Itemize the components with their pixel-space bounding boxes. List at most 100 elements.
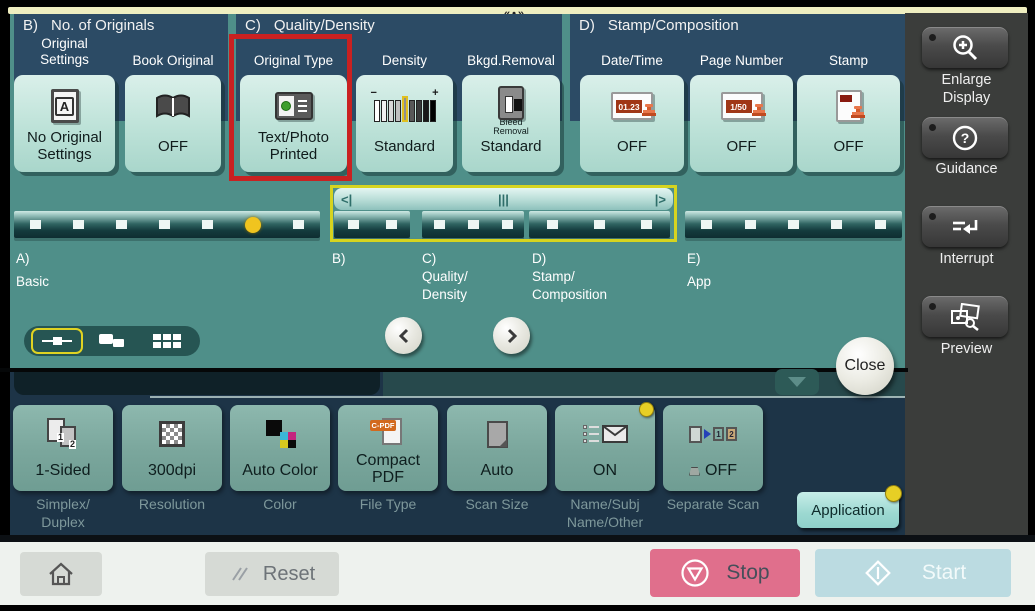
next-arrow-button[interactable] [493, 317, 530, 354]
page-number-icon: 1/50 [720, 92, 766, 120]
platen-icon [689, 466, 700, 476]
feature-marker [202, 220, 213, 229]
page-icon [486, 420, 508, 448]
led-dot [929, 34, 936, 41]
filmstrip-label-e: E) [687, 251, 701, 266]
filmstrip-name-stamp: Stamp/ Composition [532, 269, 608, 302]
bleed-removal-sub-label: Bleed Removal [493, 117, 529, 137]
name-subject-button[interactable]: ON [555, 405, 655, 491]
panel-divider [0, 368, 908, 372]
grid-view-icon [152, 334, 181, 348]
close-button[interactable]: Close [836, 337, 894, 395]
filmstrip-name-app: App [687, 274, 712, 289]
filmstrip-slider-handle[interactable]: <| ||| |> [334, 188, 673, 210]
section-title: Quality/Density [273, 17, 375, 34]
bkgd-removal-button[interactable]: Bleed Removal Standard [462, 75, 560, 172]
stamp-value: OFF [833, 137, 864, 155]
simplex-duplex-button[interactable]: 12 1-Sided [13, 405, 113, 491]
book-original-button[interactable]: OFF [125, 75, 221, 172]
color-squares-icon [264, 420, 296, 448]
bkgd-removal-value: Standard [480, 137, 542, 155]
enlarge-display-button[interactable] [922, 27, 1008, 68]
reset-label: Reset [262, 562, 316, 585]
background-strip [383, 372, 905, 397]
section-title: No. of Originals [51, 17, 155, 34]
preview-icon [951, 303, 980, 331]
slider-left-arrow-icon[interactable]: <| [341, 192, 352, 207]
section-header-c: C) Quality/Density [236, 14, 562, 34]
home-button[interactable] [20, 552, 102, 596]
book-original-value: OFF [158, 137, 188, 155]
color-value: Auto Color [242, 462, 318, 480]
home-icon [49, 562, 73, 586]
stamp-icon [835, 90, 865, 122]
bleed-removal-icon [498, 86, 524, 120]
view-mode-list[interactable] [86, 328, 138, 354]
copier-touchscreen: «•» B) No. of Originals C) Quality/Densi… [0, 0, 1035, 611]
separate-scan-value: OFF [705, 462, 737, 480]
label-density: Density [381, 53, 427, 68]
enlarge-display-label: Enlarge Display [941, 72, 992, 107]
chevron-down-icon [788, 377, 806, 387]
section-prefix: B) [23, 17, 38, 34]
date-time-value: OFF [617, 137, 647, 155]
name-subject-value: ON [593, 462, 617, 480]
background-panel-edge [150, 396, 905, 398]
magnifier-plus-icon [953, 35, 978, 61]
feature-marker [701, 220, 713, 229]
feature-marker [744, 220, 756, 229]
date-stamp-icon: 01.23 [611, 92, 656, 120]
file-type-button[interactable]: C-PDF Compact PDF [338, 405, 438, 491]
filmstrip-view-icon [42, 335, 73, 347]
simplex-duplex-value: 1-Sided [35, 462, 91, 480]
stop-button[interactable]: Stop [650, 549, 800, 597]
feature-marker [116, 220, 127, 229]
filmstrip-label-c: C) [422, 251, 437, 266]
scan-size-button[interactable]: Auto [447, 405, 547, 491]
feature-marker [831, 220, 843, 229]
mail-list-icon [582, 425, 628, 443]
application-button[interactable]: Application [797, 492, 899, 528]
prev-arrow-button[interactable] [385, 317, 422, 354]
label-page-number: Page Number [699, 53, 784, 68]
stop-icon [681, 559, 709, 587]
view-mode-filmstrip[interactable] [31, 328, 84, 354]
density-value: Standard [374, 137, 435, 155]
page-number-button[interactable]: 1/50 OFF [690, 75, 793, 172]
view-mode-selector [24, 326, 200, 356]
duplex-pages-icon: 12 [45, 418, 81, 450]
book-icon [153, 84, 193, 128]
guidance-button[interactable]: ? [922, 117, 1008, 158]
feature-marker [30, 220, 41, 229]
background-tab-shadow [14, 372, 380, 395]
stamp-button[interactable]: OFF [797, 75, 900, 172]
original-settings-button[interactable]: A No Original Settings [14, 75, 115, 172]
label-original-settings: Original Settings [40, 36, 89, 67]
feature-marker [787, 220, 799, 229]
density-button[interactable]: − + Standard [356, 75, 453, 172]
current-position-marker [245, 216, 261, 233]
date-time-button[interactable]: 01.23 OFF [580, 75, 684, 172]
feature-marker [159, 220, 170, 229]
section-header-b: B) No. of Originals [14, 14, 228, 34]
slider-right-arrow-icon[interactable]: |> [655, 192, 666, 207]
separate-scan-button[interactable]: 12 OFF [663, 405, 763, 491]
start-button[interactable]: Start [815, 549, 1011, 597]
file-type-value: Compact PDF [355, 451, 421, 487]
svg-text:?: ? [961, 130, 970, 146]
question-icon: ? [952, 125, 978, 151]
reset-button[interactable]: Reset [205, 552, 339, 596]
section-title: Stamp/Composition [607, 17, 739, 34]
list-view-icon [98, 334, 126, 348]
filmstrip-label-d: D) [532, 251, 547, 266]
collapse-panel-button[interactable] [775, 369, 819, 395]
chevron-left-icon [398, 328, 408, 343]
resolution-button[interactable]: 300dpi [122, 405, 222, 491]
document-a-icon: A [50, 89, 79, 123]
view-mode-grid[interactable] [141, 328, 193, 354]
interrupt-button[interactable] [922, 206, 1008, 247]
preview-button[interactable] [922, 296, 1008, 337]
color-button[interactable]: Auto Color [230, 405, 330, 491]
filmstrip-bar-app[interactable] [685, 211, 902, 238]
filmstrip-bar-basic[interactable] [14, 211, 320, 238]
